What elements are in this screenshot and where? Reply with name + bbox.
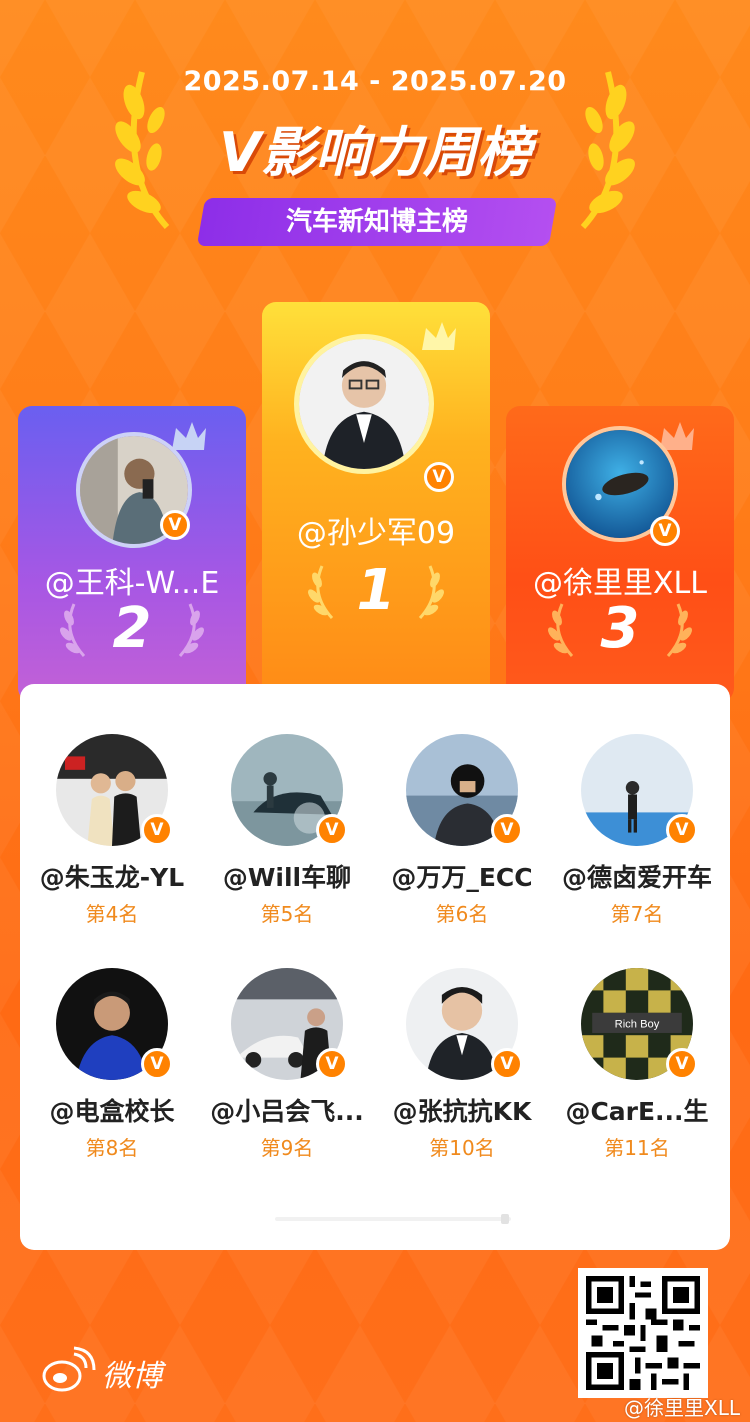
verified-badge-icon: V (650, 516, 680, 546)
ranking-name: @张抗抗KK (392, 1097, 532, 1126)
ranking-name: @朱玉龙-YL (39, 863, 185, 892)
ranking-position: 第8名 (85, 1136, 139, 1160)
ranking-name: @德卤爱开车 (561, 863, 712, 892)
qr-code-icon (586, 1276, 700, 1390)
avatar-sign-text: Rich Boy (615, 1018, 660, 1030)
verified-badge-icon: V (491, 1048, 523, 1080)
ranking-name: @Will车聊 (222, 863, 352, 892)
ranking-name: @万万_ECC (391, 863, 533, 892)
ranking-name: @CarE...生 (565, 1097, 709, 1126)
ranking-item[interactable]: V @德卤爱开车 第7名 (548, 734, 726, 974)
ranking-name: @小吕会飞... (210, 1097, 364, 1126)
ranking-item[interactable]: V @万万_ECC 第6名 (373, 734, 551, 974)
verified-badge-icon: V (141, 1048, 173, 1080)
ranking-item[interactable]: V @朱玉龙-YL 第4名 (23, 734, 201, 974)
ranking-position: 第6名 (435, 902, 489, 926)
ranking-item[interactable]: V @张抗抗KK 第10名 (373, 968, 551, 1208)
verified-badge-icon: V (316, 1048, 348, 1080)
ranking-position: 第5名 (260, 902, 314, 926)
ranking-position: 第9名 (260, 1136, 314, 1160)
ranking-name: @电盒校长 (49, 1097, 175, 1126)
page-title: V影响力周榜 (0, 108, 750, 187)
verified-badge-icon: V (666, 814, 698, 846)
ranking-item[interactable]: V @电盒校长 第8名 (23, 968, 201, 1208)
title-v-prefix: V (219, 121, 261, 184)
ranking-position: 第7名 (610, 902, 664, 926)
ranking-item[interactable]: V @Will车聊 第5名 (198, 734, 376, 974)
verified-badge-icon: V (316, 814, 348, 846)
podium-rank-number: 2 (112, 596, 152, 661)
ranking-card: V @朱玉龙-YL 第4名 V @Will车聊 第5名 V @万万_ECC 第6… (20, 684, 730, 1250)
ranking-item[interactable]: V @小吕会飞... 第9名 (198, 968, 376, 1208)
verified-badge-icon: V (666, 1048, 698, 1080)
crown-icon (422, 322, 456, 350)
podium-rank-1[interactable]: V @孙少军09 1 (262, 302, 490, 702)
podium-rank-3[interactable]: V @徐里里XLL 3 (506, 406, 734, 702)
ranking-item[interactable]: Rich Boy V @CarE...生 第11名 (548, 968, 726, 1208)
podium-rank-number: 1 (356, 558, 396, 623)
subtitle: 汽车新知博主榜 (285, 207, 468, 237)
watermark: @徐里里XLL (624, 1396, 740, 1420)
podium-rank-2[interactable]: V @王科-W...E 2 (18, 406, 246, 702)
date-range: 2025.07.14 - 2025.07.20 (183, 66, 567, 97)
podium-rank-number: 3 (600, 596, 640, 661)
weibo-logo-text: 微博 (102, 1359, 167, 1394)
ranking-position: 第10名 (429, 1136, 495, 1160)
verified-badge-icon: V (160, 510, 190, 540)
ranking-position: 第4名 (85, 902, 139, 926)
weibo-logo-icon: 微博 (42, 1346, 167, 1394)
verified-badge-icon: V (424, 462, 454, 492)
avatar[interactable] (294, 334, 434, 474)
title-main: 影响力周榜 (260, 121, 531, 184)
qr-code[interactable] (578, 1268, 708, 1398)
scroll-hint-icon (275, 1214, 511, 1224)
verified-badge-icon: V (491, 814, 523, 846)
ranking-position: 第11名 (604, 1136, 670, 1160)
verified-badge-icon: V (141, 814, 173, 846)
podium-name: @孙少军09 (296, 516, 456, 551)
